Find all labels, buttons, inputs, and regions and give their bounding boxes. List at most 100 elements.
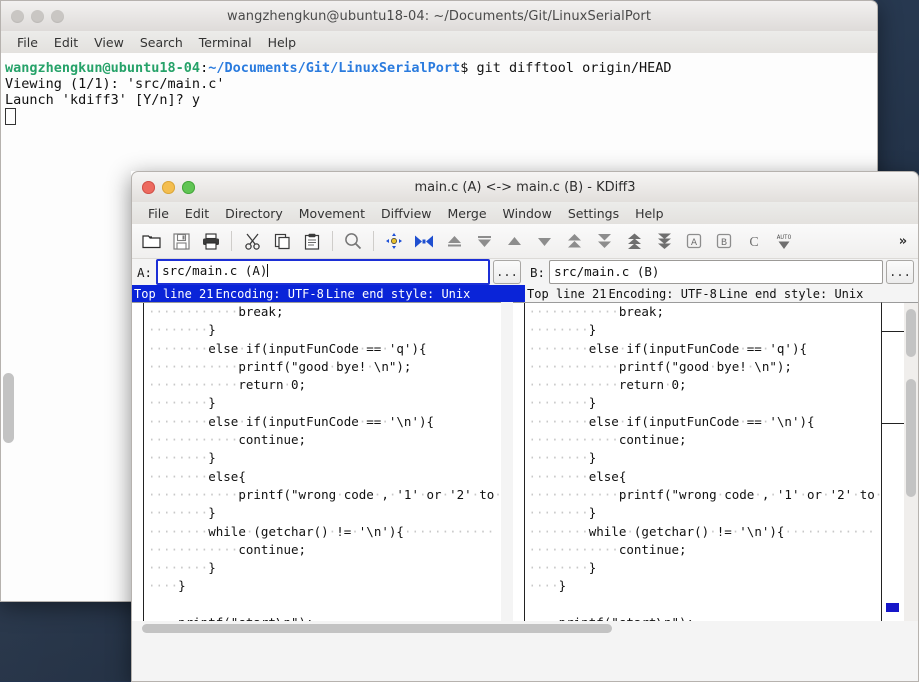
- code-line: ············printf("wrong·code·,·'1'·or·…: [528, 486, 882, 502]
- print-icon[interactable]: [196, 227, 226, 255]
- svg-text:B: B: [721, 238, 727, 249]
- goto-first-difference-icon[interactable]: [439, 227, 469, 255]
- goto-previous-conflict-icon[interactable]: [559, 227, 589, 255]
- terminal-menu-help[interactable]: Help: [260, 33, 305, 52]
- kdiff3-toolbar[interactable]: A B C AUTO »: [132, 224, 918, 259]
- file-b-input[interactable]: src/main.c (B): [549, 260, 883, 284]
- terminal-menu-terminal[interactable]: Terminal: [191, 33, 260, 52]
- menu-settings[interactable]: Settings: [560, 204, 627, 223]
- menu-file[interactable]: File: [140, 204, 177, 223]
- minimize-button[interactable]: [162, 180, 175, 194]
- overview-section-divider: [882, 331, 904, 332]
- code-line: ········else·if(inputFunCode·==·'q'){: [528, 340, 808, 356]
- code-line: ············break;: [148, 304, 284, 319]
- terminal-title: wangzhengkun@ubuntu18-04: ~/Documents/Gi…: [226, 8, 652, 24]
- terminal-titlebar[interactable]: wangzhengkun@ubuntu18-04: ~/Documents/Gi…: [0, 0, 878, 31]
- file-b-label: B:: [530, 264, 546, 280]
- minimize-button[interactable]: [31, 9, 44, 23]
- terminal-menubar[interactable]: File Edit View Search Terminal Help: [0, 31, 878, 53]
- search-icon[interactable]: [338, 227, 368, 255]
- code-line: ········}: [528, 450, 597, 466]
- file-a-input[interactable]: src/main.c (A): [156, 259, 490, 285]
- paste-icon[interactable]: [297, 227, 327, 255]
- code-line: ········}: [148, 560, 216, 576]
- file-a-value: src/main.c (A): [162, 263, 268, 278]
- kdiff3-body: A B C AUTO » A: src/main.c (A) ... B: sr…: [131, 224, 919, 682]
- file-b-line-end-style: Line end style: Unix: [718, 286, 864, 301]
- menu-edit[interactable]: Edit: [177, 204, 217, 223]
- terminal-window-controls[interactable]: [1, 9, 64, 23]
- file-selector-row: A: src/main.c (A) ... B: src/main.c (B) …: [132, 259, 918, 285]
- goto-previous-unsolved-conflict-icon[interactable]: [619, 227, 649, 255]
- goto-next-conflict-icon[interactable]: [589, 227, 619, 255]
- code-line: ········}: [148, 395, 216, 411]
- goto-next-delta-icon[interactable]: [529, 227, 559, 255]
- vertical-scrollbar-thumb-upper[interactable]: [906, 309, 916, 357]
- toolbar-overflow-button[interactable]: »: [892, 230, 914, 252]
- terminal-prompt-path: ~/Documents/Git/LinuxSerialPort: [208, 60, 461, 76]
- menu-diffview[interactable]: Diffview: [373, 204, 440, 223]
- code-line: ········}: [528, 505, 597, 521]
- reload-icon[interactable]: [379, 227, 409, 255]
- svg-text:A: A: [691, 238, 697, 249]
- code-line: ············continue;: [148, 541, 307, 557]
- choose-a-icon[interactable]: A: [679, 227, 709, 255]
- kdiff3-window[interactable]: main.c (A) <-> main.c (B) - KDiff3 File …: [131, 171, 919, 682]
- diff-pane-a[interactable]: ············break; ········} ········else·…: [132, 302, 501, 621]
- file-b-value: src/main.c (B): [554, 264, 660, 279]
- pane-splitter[interactable]: [500, 302, 513, 621]
- toolbar-separator: [332, 231, 333, 251]
- diff-pane-a-code[interactable]: ············break; ········} ········else·…: [144, 303, 501, 621]
- terminal-menu-edit[interactable]: Edit: [46, 33, 86, 52]
- goto-last-difference-icon[interactable]: [469, 227, 499, 255]
- file-a-browse-button[interactable]: ...: [493, 260, 521, 284]
- bowtie-icon[interactable]: [409, 227, 439, 255]
- close-button[interactable]: [11, 9, 24, 23]
- goto-next-unsolved-conflict-icon[interactable]: [649, 227, 679, 255]
- diff-pane-b[interactable]: ············break; ········} ········else·…: [512, 302, 882, 621]
- maximize-button[interactable]: [51, 9, 64, 23]
- open-icon[interactable]: [136, 227, 166, 255]
- menu-help[interactable]: Help: [627, 204, 672, 223]
- file-info-row: Top line 21 Encoding: UTF-8 Line end style…: [132, 285, 918, 302]
- file-b-browse-button[interactable]: ...: [886, 260, 914, 284]
- vertical-scrollbar[interactable]: [904, 302, 918, 621]
- diff-pane-b-code[interactable]: ············break; ········} ········else·…: [525, 303, 882, 621]
- kdiff3-titlebar[interactable]: main.c (A) <-> main.c (B) - KDiff3: [131, 171, 919, 202]
- code-line: ············break;: [528, 304, 664, 319]
- terminal-prompt-separator: :: [200, 60, 209, 76]
- terminal-cursor-line: [3, 108, 877, 126]
- file-a-encoding: Encoding: UTF-8: [215, 286, 324, 301]
- menu-merge[interactable]: Merge: [439, 204, 494, 223]
- diff-overview-column[interactable]: [881, 302, 904, 621]
- file-a-info: Top line 21 Encoding: UTF-8 Line end style…: [132, 285, 525, 302]
- terminal-command: git difftool origin/HEAD: [468, 60, 672, 76]
- vertical-scrollbar-thumb[interactable]: [906, 379, 916, 497]
- menu-window[interactable]: Window: [495, 204, 560, 223]
- horizontal-scrollbar-thumb[interactable]: [142, 624, 612, 633]
- cut-icon[interactable]: [237, 227, 267, 255]
- terminal-menu-file[interactable]: File: [9, 33, 46, 52]
- kdiff3-title: main.c (A) <-> main.c (B) - KDiff3: [414, 179, 636, 195]
- menu-directory[interactable]: Directory: [217, 204, 291, 223]
- goto-previous-delta-icon[interactable]: [499, 227, 529, 255]
- auto-solve-icon[interactable]: AUTO: [769, 227, 799, 255]
- terminal-menu-view[interactable]: View: [86, 33, 132, 52]
- menu-movement[interactable]: Movement: [291, 204, 373, 223]
- svg-text:AUTO: AUTO: [777, 234, 792, 241]
- choose-b-icon[interactable]: B: [709, 227, 739, 255]
- code-line: ····}: [148, 578, 186, 594]
- toolbar-separator: [373, 231, 374, 251]
- kdiff3-menubar[interactable]: File Edit Directory Movement Diffview Me…: [131, 202, 919, 224]
- horizontal-scrollbar[interactable]: [132, 621, 918, 637]
- terminal-menu-search[interactable]: Search: [132, 33, 191, 52]
- choose-c-icon[interactable]: C: [739, 227, 769, 255]
- maximize-button[interactable]: [182, 180, 195, 194]
- save-icon[interactable]: [166, 227, 196, 255]
- kdiff3-window-controls[interactable]: [132, 180, 195, 194]
- close-button[interactable]: [142, 180, 155, 194]
- terminal-scrollbar-thumb[interactable]: [3, 373, 14, 443]
- copy-icon[interactable]: [267, 227, 297, 255]
- code-line: ········}: [148, 505, 216, 521]
